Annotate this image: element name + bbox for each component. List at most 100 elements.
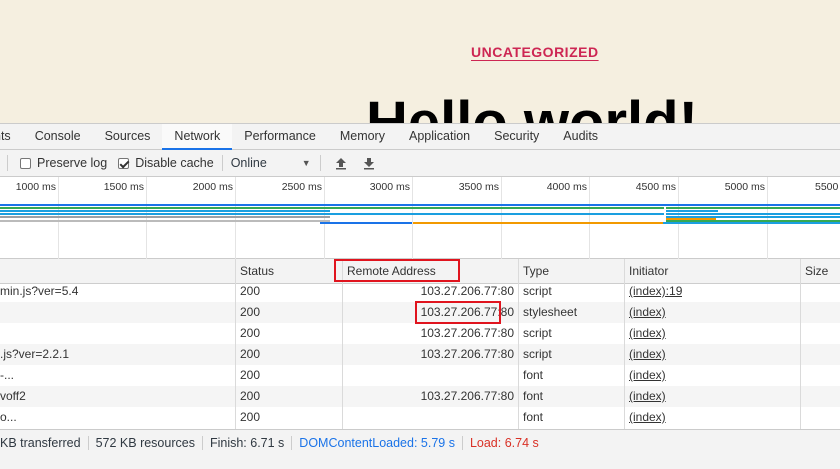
cell-remote-address — [343, 365, 514, 386]
disable-cache-checkbox[interactable]: Disable cache — [118, 156, 214, 170]
highlight-box-header — [334, 259, 460, 282]
throttle-select[interactable]: Online ▼ — [231, 156, 311, 170]
cell-status: 200 — [240, 410, 261, 424]
column-header-size[interactable]: Size — [801, 259, 828, 284]
waterfall-bar — [0, 213, 664, 215]
cell-type: font — [523, 368, 544, 382]
preserve-log-box[interactable] — [20, 157, 31, 169]
cell-name: .js?ver=2.2.1 — [0, 347, 70, 361]
table-row[interactable]: o... 200 font (index) — [0, 407, 840, 428]
tab-performance[interactable]: Performance — [232, 124, 328, 150]
cell-remote-address: 103.27.206.77:80 — [420, 284, 514, 298]
toolbar-divider — [319, 155, 321, 171]
waterfall-bar — [413, 222, 663, 224]
waterfall-bar — [666, 213, 840, 215]
upload-icon — [335, 157, 346, 169]
table-row[interactable]: min.js?ver=5.4 200 103.27.206.77:80 scri… — [0, 284, 840, 301]
table-row[interactable]: .js?ver=2.2.1 200 103.27.206.77:80 scrip… — [0, 344, 840, 365]
tick-label: 1500 ms — [103, 181, 144, 193]
cell-remote-address: 103.27.206.77:80 — [420, 347, 514, 361]
cell-initiator-link[interactable]: (index) — [629, 344, 666, 365]
column-divider[interactable] — [800, 259, 801, 429]
cell-type: font — [523, 389, 544, 403]
cell-initiator-link[interactable]: (index) — [629, 302, 666, 323]
cell-name: -... — [0, 368, 14, 382]
waterfall-bar — [0, 216, 330, 218]
tick-line — [589, 177, 590, 259]
cell-initiator-link[interactable]: (index) — [629, 323, 666, 344]
cell-status: 200 — [240, 389, 261, 403]
table-row[interactable]: 200 103.27.206.77:80 script (index) — [0, 323, 840, 344]
tab-audits[interactable]: Audits — [551, 124, 610, 150]
tick-label: 3500 ms — [458, 181, 499, 193]
cell-status: 200 — [240, 305, 261, 319]
load-time: Load: 6.74 s — [469, 435, 539, 450]
waterfall-bar — [666, 210, 718, 212]
tick-line — [58, 177, 59, 259]
tick-label: 4000 ms — [546, 181, 587, 193]
transferred-summary: KB transferred — [0, 435, 89, 450]
waterfall-bar — [0, 220, 330, 222]
cell-initiator-link[interactable]: (index) — [629, 407, 666, 428]
tick-line — [501, 177, 502, 259]
tab-network[interactable]: Network — [162, 124, 233, 150]
network-summary-bar: KB transferred 572 KB resources Finish: … — [0, 429, 840, 455]
disable-cache-label: Disable cache — [135, 156, 214, 170]
category-link[interactable]: UNCATEGORIZED — [471, 44, 599, 60]
tab-sources[interactable]: Sources — [93, 124, 163, 150]
cell-initiator-link[interactable]: (index):19 — [629, 281, 682, 302]
waterfall-bar — [0, 207, 664, 209]
toolbar-divider — [221, 155, 223, 171]
cell-name: o... — [0, 410, 17, 424]
devtools-tab-bar: nts Console Sources Network Performance … — [0, 123, 840, 150]
tick-label: 5000 ms — [724, 181, 765, 193]
tick-label: 3000 ms — [369, 181, 410, 193]
cell-name: min.js?ver=5.4 — [0, 284, 79, 298]
export-har-button[interactable] — [355, 157, 383, 170]
import-har-button[interactable] — [327, 157, 355, 170]
waterfall-bar — [663, 222, 840, 224]
cell-remote-address: 103.27.206.77:80 — [420, 389, 514, 403]
cell-status: 200 — [240, 326, 261, 340]
toolbar-divider — [7, 155, 8, 171]
disable-cache-box[interactable] — [118, 157, 130, 169]
tick-label: 1000 ms — [15, 181, 56, 193]
throttle-value: Online — [230, 156, 267, 170]
network-overview[interactable]: 1000 ms 1500 ms 2000 ms 2500 ms 3000 ms … — [0, 177, 840, 259]
cell-remote-address — [343, 407, 514, 428]
column-divider[interactable] — [342, 259, 343, 429]
table-row[interactable]: -... 200 font (index) — [0, 365, 840, 386]
cell-type: script — [523, 326, 552, 340]
page-viewport: UNCATEGORIZED Hello world! — [0, 0, 840, 123]
cell-initiator-link[interactable]: (index) — [629, 386, 666, 407]
tick-line — [767, 177, 768, 259]
preserve-log-checkbox[interactable]: Preserve log — [20, 156, 107, 170]
devtools-bottom-edge — [0, 455, 840, 469]
cell-type: font — [523, 410, 544, 424]
column-divider[interactable] — [624, 259, 625, 429]
waterfall-bar — [666, 207, 840, 209]
cell-status: 200 — [240, 347, 261, 361]
network-toolbar: Preserve log Disable cache Online ▼ — [0, 150, 840, 177]
cell-name: voff2 — [0, 389, 26, 403]
finish-time: Finish: 6.71 s — [203, 435, 293, 450]
resources-summary: 572 KB resources — [89, 435, 203, 450]
cell-type: script — [523, 284, 552, 298]
tab-security[interactable]: Security — [482, 124, 551, 150]
cell-status: 200 — [240, 368, 261, 382]
highlight-box-cell — [415, 301, 501, 324]
download-icon — [363, 157, 374, 169]
cell-type: stylesheet — [523, 305, 578, 319]
tab-application[interactable]: Application — [397, 124, 482, 150]
table-row[interactable]: voff2 200 103.27.206.77:80 font (index) — [0, 386, 840, 407]
column-divider[interactable] — [235, 259, 236, 429]
tab-elements[interactable]: nts — [0, 124, 23, 150]
cell-initiator-link[interactable]: (index) — [629, 365, 666, 386]
column-divider[interactable] — [518, 259, 519, 429]
tick-line — [235, 177, 236, 259]
requests-table: Status Remote Address Type Initiator Siz… — [0, 259, 840, 429]
preserve-log-label: Preserve log — [37, 156, 108, 170]
tick-line — [412, 177, 413, 259]
tab-memory[interactable]: Memory — [328, 124, 397, 150]
tab-console[interactable]: Console — [23, 124, 93, 150]
